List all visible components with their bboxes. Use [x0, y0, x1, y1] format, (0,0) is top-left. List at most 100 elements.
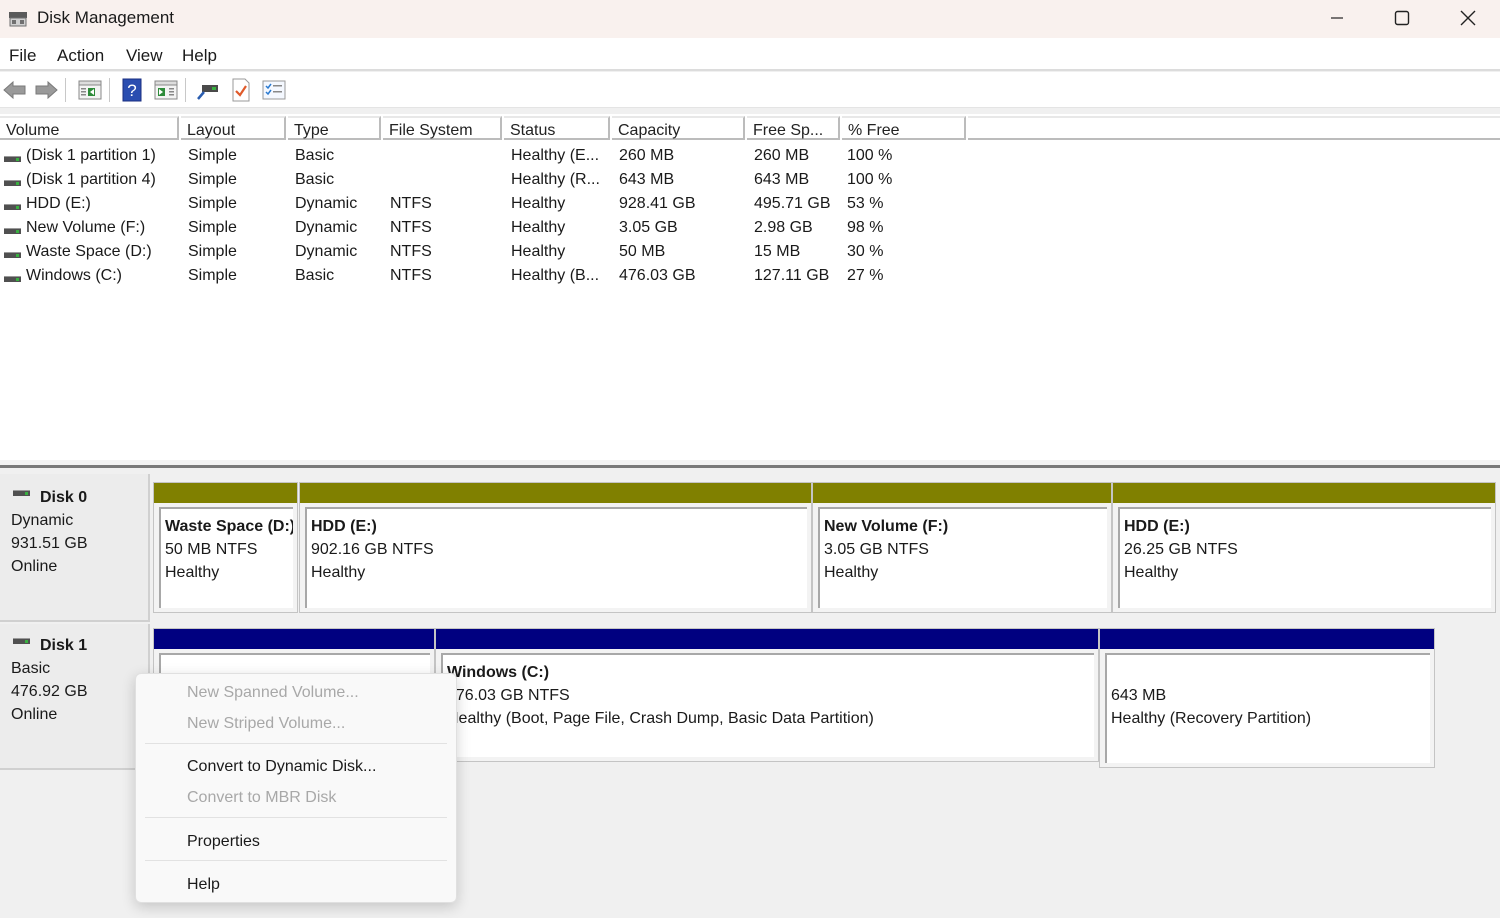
volume-icon: [4, 252, 21, 258]
menu-separator: [145, 743, 447, 744]
capacity-cell: 260 MB: [619, 147, 675, 164]
disk-status: Online: [11, 558, 58, 575]
partition-bar: [1113, 483, 1495, 503]
back-button[interactable]: [2, 77, 28, 103]
menu-item-properties[interactable]: Properties: [187, 833, 260, 851]
minimize-icon: [1331, 17, 1343, 19]
capacity-cell: 50 MB: [619, 243, 666, 260]
menu-action[interactable]: Action: [57, 46, 104, 66]
disk-0-partition-hdd-1[interactable]: HDD (E:) 902.16 GB NTFS Healthy: [299, 482, 812, 613]
connect-drive-button[interactable]: [195, 77, 221, 103]
disk-size: 476.92 GB: [11, 683, 88, 700]
volume-icon: [4, 204, 21, 210]
forward-button[interactable]: [33, 77, 59, 103]
disk-name: Disk 1: [40, 637, 88, 654]
maximize-button[interactable]: [1369, 0, 1435, 36]
disk-1-partition-windows[interactable]: Windows (C:) 476.03 GB NTFS Healthy (Boo…: [435, 628, 1099, 762]
disk-management-app-icon: [9, 12, 27, 27]
partition-bar: [436, 629, 1098, 649]
status-cell: Healthy (B...: [511, 267, 600, 284]
file-system-cell: NTFS: [390, 243, 432, 260]
checklist-button[interactable]: [261, 77, 287, 103]
partition-status: Healthy: [1124, 564, 1179, 581]
disk-0-partition-new-volume[interactable]: New Volume (F:) 3.05 GB NTFS Healthy: [812, 482, 1112, 613]
show-hide-action-pane-button[interactable]: [153, 77, 179, 103]
toolbar-separator: [65, 78, 66, 102]
menu-help[interactable]: Help: [182, 46, 217, 66]
disk-1-partition-recovery[interactable]: 643 MB Healthy (Recovery Partition): [1099, 628, 1435, 768]
partition-body: HDD (E:) 902.16 GB NTFS Healthy: [305, 507, 807, 608]
menu-item-convert-to-dynamic-disk[interactable]: Convert to Dynamic Disk...: [187, 758, 376, 776]
disk-size: 931.51 GB: [11, 535, 88, 552]
volume-cell: HDD (E:): [26, 195, 91, 212]
close-icon: [1460, 10, 1476, 26]
column-header-status[interactable]: Status: [504, 116, 610, 140]
table-row[interactable]: Waste Space (D:) Simple Dynamic NTFS Healthy…: [0, 242, 1500, 266]
table-row[interactable]: New Volume (F:) Simple Dynamic NTFS Healthy 3…: [0, 218, 1500, 242]
volume-list: Volume Layout Type File System Status Ca…: [0, 114, 1500, 460]
partition-status: Healthy (Boot, Page File, Crash Dump, Ba…: [447, 710, 874, 727]
capacity-cell: 3.05 GB: [619, 219, 678, 236]
menu-item-convert-to-mbr-disk[interactable]: Convert to MBR Disk: [187, 789, 336, 807]
percent-free-cell: 30 %: [847, 243, 884, 260]
table-row[interactable]: (Disk 1 partition 4) Simple Basic Healthy (…: [0, 170, 1500, 194]
column-header-free-space[interactable]: Free Sp...: [747, 116, 840, 140]
menu-item-new-spanned-volume[interactable]: New Spanned Volume...: [187, 684, 359, 702]
disk-0-partition-waste-space[interactable]: Waste Space (D:) 50 MB NTFS Healthy: [153, 482, 298, 613]
disk-0-partition-hdd-2[interactable]: HDD (E:) 26.25 GB NTFS Healthy: [1112, 482, 1496, 613]
disk-0-label[interactable]: Disk 0 Dynamic 931.51 GB Online: [0, 474, 150, 622]
partition-body: 643 MB Healthy (Recovery Partition): [1105, 653, 1430, 763]
layout-cell: Simple: [188, 219, 237, 236]
connect-drive-icon: [197, 85, 218, 100]
free-space-cell: 495.71 GB: [754, 195, 831, 212]
table-row[interactable]: (Disk 1 partition 1) Simple Basic Healthy (…: [0, 146, 1500, 170]
status-cell: Healthy (R...: [511, 171, 600, 188]
disk-1-label[interactable]: Disk 1 Basic 476.92 GB Online: [0, 624, 150, 770]
partition-size: 476.03 GB NTFS: [447, 687, 570, 704]
show-hide-console-tree-button[interactable]: [77, 77, 103, 103]
status-cell: Healthy (E...: [511, 147, 600, 164]
partition-name: HDD (E:): [311, 518, 377, 535]
percent-free-cell: 100 %: [847, 147, 893, 164]
column-header-percent-free[interactable]: % Free: [842, 116, 966, 140]
capacity-cell: 643 MB: [619, 171, 675, 188]
close-button[interactable]: [1435, 0, 1500, 36]
partition-size: 26.25 GB NTFS: [1124, 541, 1238, 558]
back-arrow-icon: [3, 80, 26, 100]
help-icon: ?: [122, 78, 142, 102]
menu-item-help[interactable]: Help: [187, 876, 220, 894]
disk-type: Dynamic: [11, 512, 74, 529]
column-header-capacity[interactable]: Capacity: [612, 116, 745, 140]
partition-size: 902.16 GB NTFS: [311, 541, 434, 558]
disk-icon: [13, 638, 30, 644]
volume-cell: Windows (C:): [26, 267, 123, 284]
column-header-file-system[interactable]: File System: [383, 116, 502, 140]
column-header-type[interactable]: Type: [288, 116, 381, 140]
type-cell: Dynamic: [295, 243, 358, 260]
free-space-cell: 127.11 GB: [754, 267, 830, 284]
status-cell: Healthy: [511, 219, 566, 236]
window-title: Disk Management: [37, 8, 175, 27]
menu-view[interactable]: View: [126, 46, 163, 66]
menu-file[interactable]: File: [9, 46, 36, 66]
disk-status: Online: [11, 706, 58, 723]
layout-cell: Simple: [188, 147, 237, 164]
capacity-cell: 476.03 GB: [619, 267, 696, 284]
percent-free-cell: 53 %: [847, 195, 884, 212]
partition-name: New Volume (F:): [824, 518, 949, 535]
minimize-button[interactable]: [1304, 0, 1370, 36]
title-bar: Disk Management: [0, 0, 1500, 38]
file-system-cell: NTFS: [390, 219, 432, 236]
menu-separator: [145, 817, 447, 818]
properties-button[interactable]: [228, 77, 254, 103]
help-button[interactable]: ?: [119, 77, 145, 103]
table-row[interactable]: HDD (E:) Simple Dynamic NTFS Healthy 928.41 G…: [0, 194, 1500, 218]
volume-icon: [4, 276, 21, 282]
column-header-volume[interactable]: Volume: [0, 116, 179, 140]
type-cell: Basic: [295, 267, 335, 284]
menu-item-new-striped-volume[interactable]: New Striped Volume...: [187, 715, 345, 733]
column-header-layout[interactable]: Layout: [181, 116, 286, 140]
pane-splitter[interactable]: [0, 460, 1500, 468]
type-cell: Basic: [295, 147, 335, 164]
table-row[interactable]: Windows (C:) Simple Basic NTFS Healthy (B...…: [0, 266, 1500, 290]
